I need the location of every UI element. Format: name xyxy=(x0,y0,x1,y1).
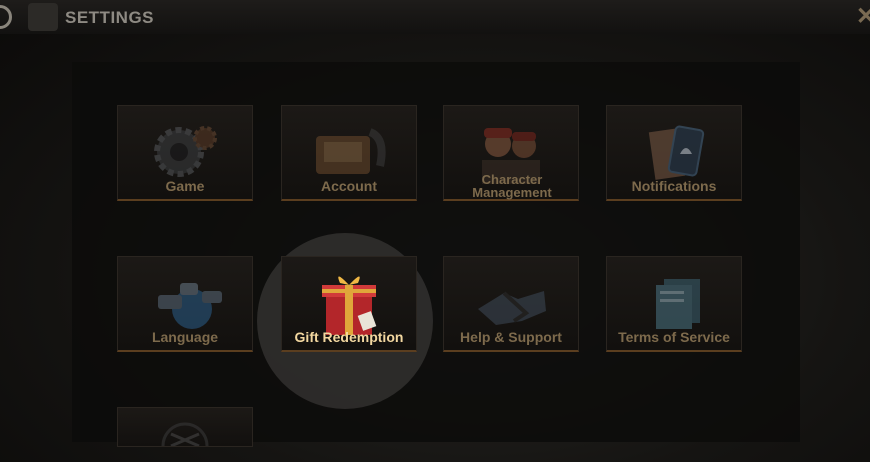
character-management-label: Character Management xyxy=(472,172,552,200)
help-support-tile[interactable]: Help & Support xyxy=(443,256,579,352)
partial-tile[interactable] xyxy=(117,407,253,447)
crossed-swords-icon xyxy=(118,408,252,446)
account-label: Account xyxy=(321,178,377,194)
back-button[interactable] xyxy=(0,5,12,29)
notifications-tile[interactable]: Notifications xyxy=(606,105,742,201)
terms-of-service-tile[interactable]: Terms of Service xyxy=(606,256,742,352)
notifications-label: Notifications xyxy=(631,178,717,194)
gift-redemption-label: Gift Redemption xyxy=(294,329,404,345)
character-management-tile[interactable]: Character Management xyxy=(443,105,579,201)
terms-of-service-label: Terms of Service xyxy=(618,329,730,345)
language-label: Language xyxy=(151,329,219,345)
account-tile[interactable]: Account xyxy=(281,105,417,201)
page-title: SETTINGS xyxy=(65,8,155,27)
gift-redemption-tile[interactable]: Gift Redemption xyxy=(281,256,417,352)
language-tile[interactable]: Language xyxy=(117,256,253,352)
game-label: Game xyxy=(165,178,205,194)
close-icon[interactable]: ✕ xyxy=(856,2,870,31)
help-support-label: Help & Support xyxy=(460,329,562,345)
game-tile[interactable]: Game xyxy=(117,105,253,201)
top-bar: SETTINGS ✕ xyxy=(0,0,870,34)
settings-emblem-icon xyxy=(28,3,58,31)
